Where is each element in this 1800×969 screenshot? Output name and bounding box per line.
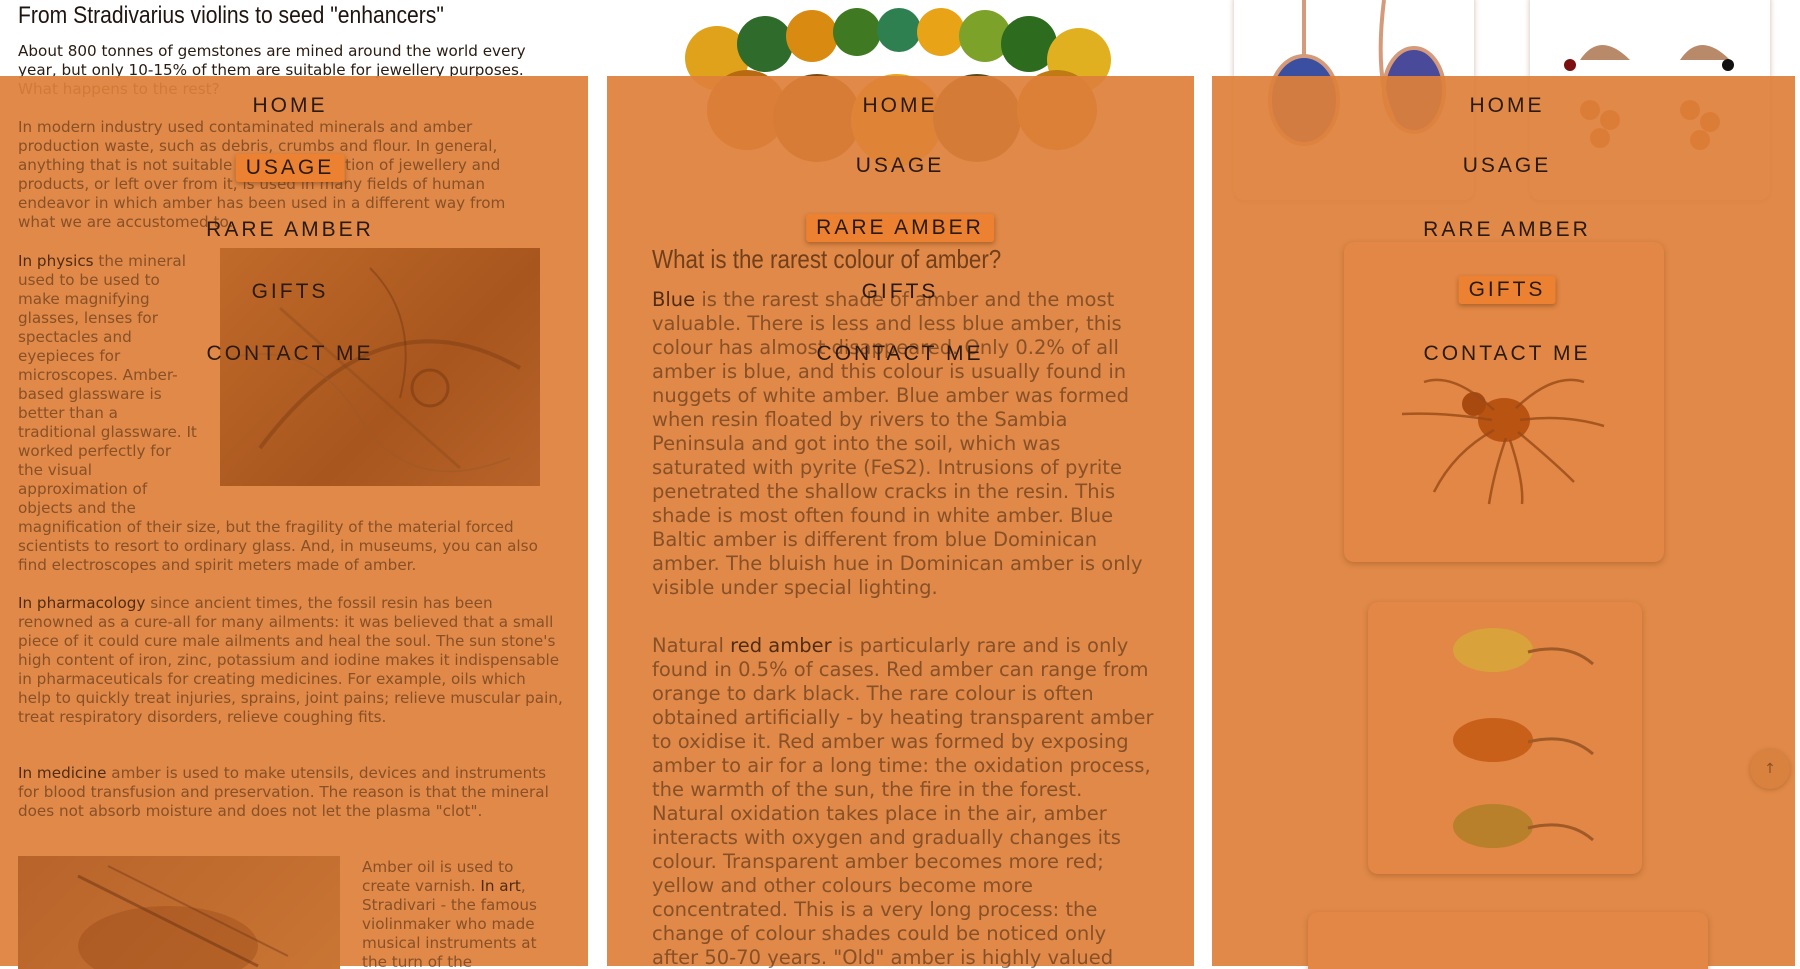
section-heading: What is the rarest colour of amber? [652, 244, 1002, 274]
nav-usage[interactable]: USAGE [1463, 154, 1552, 178]
nav-contact-me[interactable]: CONTACT ME [817, 342, 984, 366]
paragraph-red-amber: Natural red amber is particularly rare a… [652, 634, 1157, 969]
nav-gifts[interactable]: GIFTS [252, 280, 329, 304]
paragraph-art: Amber oil is used to create varnish. In … [362, 858, 562, 969]
art-label: In art [480, 877, 521, 895]
medicine-label: In medicine [18, 764, 107, 782]
physics-label: In physics [18, 252, 94, 270]
violin-image [18, 856, 340, 969]
gift-card-partial[interactable] [1308, 912, 1708, 969]
paragraph-blue-amber: Blue is the rarest shade of amber and th… [652, 288, 1157, 600]
physics-text: the mineral used to be used to make magn… [18, 252, 197, 517]
pharmacology-text: since ancient times, the fossil resin ha… [18, 594, 563, 726]
nav-usage[interactable]: USAGE [235, 154, 345, 182]
nav-home[interactable]: HOME [863, 94, 938, 118]
blue-text: is the rarest shade of amber and the mos… [652, 288, 1143, 599]
pharmacology-label: In pharmacology [18, 594, 146, 612]
panel-rare-amber: What is the rarest colour of amber? Blue… [607, 0, 1194, 969]
nav-rare-amber[interactable]: RARE AMBER [1423, 218, 1591, 242]
nav-gifts[interactable]: GIFTS [1458, 276, 1556, 304]
blue-label: Blue [652, 288, 696, 311]
nav-rare-amber[interactable]: RARE AMBER [206, 218, 374, 242]
nav-contact-me[interactable]: CONTACT ME [1424, 342, 1591, 366]
red-text-before: Natural [652, 634, 731, 657]
nav-rare-amber[interactable]: RARE AMBER [806, 214, 994, 242]
gift-card-mouse-brooches[interactable] [1368, 602, 1642, 874]
mouse-brooches-image [1453, 628, 1594, 848]
nav-gifts[interactable]: GIFTS [862, 280, 939, 304]
nav-home[interactable]: HOME [253, 94, 328, 118]
red-label: red amber [730, 634, 832, 657]
nav-contact-me[interactable]: CONTACT ME [207, 342, 374, 366]
arrow-up-icon: ↑ [1764, 761, 1776, 777]
panel-usage: From Stradivarius violins to seed "enhan… [0, 0, 588, 969]
paragraph-pharmacology: In pharmacology since ancient times, the… [18, 594, 563, 727]
paragraph-physics: In physics the mineral used to be used t… [18, 252, 198, 518]
panel-gifts: HOME USAGE RARE AMBER GIFTS CONTACT ME [1212, 0, 1800, 969]
article-title: From Stradivarius violins to seed "enhan… [18, 2, 444, 29]
paragraph-physics-continued: magnification of their size, but the fra… [18, 518, 538, 574]
scroll-to-top-button[interactable]: ↑ [1750, 749, 1790, 789]
nav-usage[interactable]: USAGE [856, 154, 945, 178]
paragraph-medicine: In medicine amber is used to make utensi… [18, 764, 563, 821]
red-text: is particularly rare and is only found i… [652, 634, 1154, 969]
nav-home[interactable]: HOME [1470, 94, 1545, 118]
